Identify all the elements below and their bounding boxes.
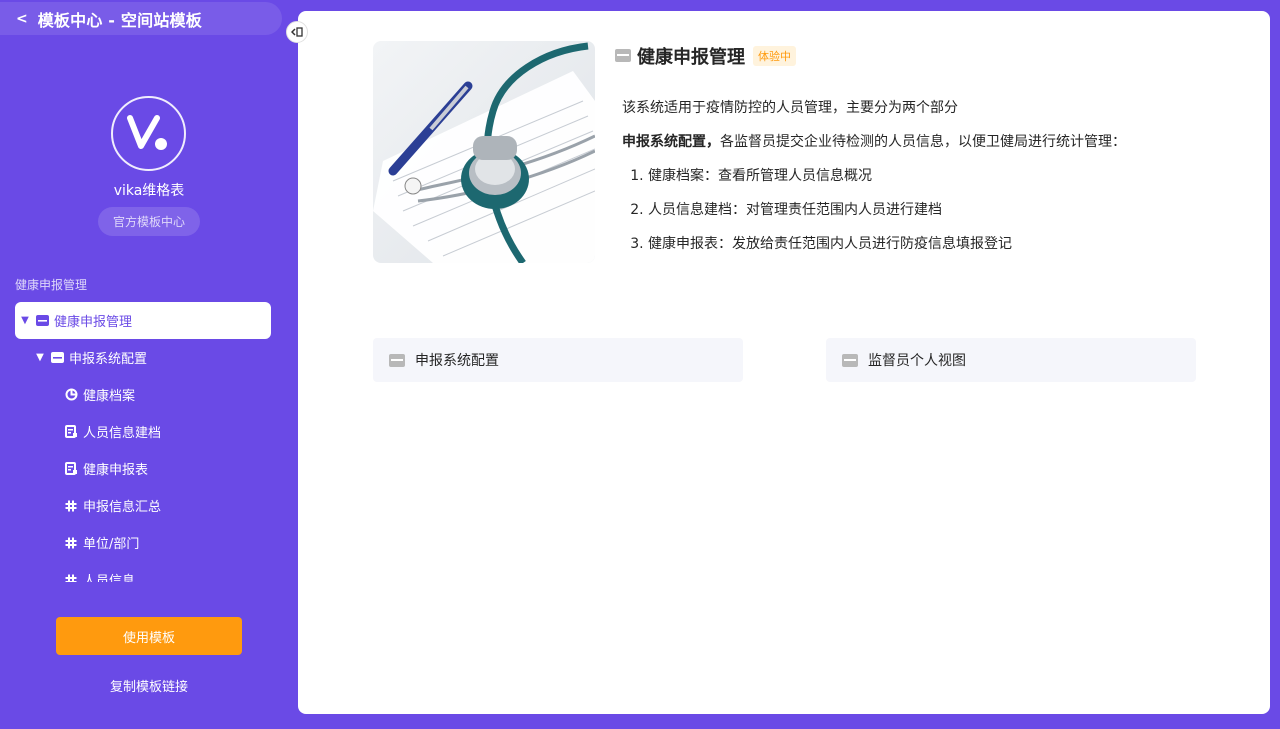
collapse-sidebar-icon[interactable] bbox=[286, 21, 308, 43]
trial-tag: 体验中 bbox=[753, 46, 796, 66]
tree-node-label: 健康申报表 bbox=[83, 463, 149, 478]
brand-name: vika维格表 bbox=[113, 183, 185, 199]
vika-logo bbox=[111, 96, 186, 171]
catalog-tree: ▼ 健康申报管理 ▼ 申报系统配置 健康档案 人员信息建档 健康申报表 申报信息… bbox=[0, 302, 298, 582]
tree-node-label: 健康申报管理 bbox=[54, 315, 133, 330]
tree-node-label: 人员信息建档 bbox=[83, 426, 162, 441]
folder-icon bbox=[50, 351, 64, 365]
template-detail-panel: 健康申报管理 体验中 该系统适用于疫情防控的人员管理，主要分为两个部分 申报系统… bbox=[298, 11, 1270, 714]
tree-node-label: 人员信息 bbox=[83, 574, 136, 582]
datasheet-icon bbox=[64, 573, 78, 582]
card-config[interactable]: 申报系统配置 bbox=[373, 338, 743, 382]
tree-node-label: 单位/部门 bbox=[83, 537, 140, 552]
caret-down-icon[interactable]: ▼ bbox=[34, 352, 46, 363]
cover-image bbox=[373, 41, 595, 263]
list-item: 人员信息建档：对管理责任范围内人员进行建档 bbox=[648, 193, 1126, 227]
dashboard-icon bbox=[64, 388, 78, 402]
tree-node-label: 申报系统配置 bbox=[69, 352, 148, 367]
tree-node-label: 申报信息汇总 bbox=[83, 500, 162, 515]
description: 该系统适用于疫情防控的人员管理，主要分为两个部分 申报系统配置，各监督员提交企业… bbox=[622, 91, 1126, 261]
form-icon bbox=[64, 462, 78, 476]
datasheet-icon bbox=[64, 499, 78, 513]
page-title: 健康申报管理 bbox=[637, 47, 745, 68]
tree-node-personnel-filing[interactable]: 人员信息建档 bbox=[0, 413, 298, 450]
caret-down-icon[interactable]: ▼ bbox=[19, 315, 31, 326]
tree-node-summary[interactable]: 申报信息汇总 bbox=[0, 487, 298, 524]
feature-list: 健康档案：查看所管理人员信息概况 人员信息建档：对管理责任范围内人员进行建档 健… bbox=[622, 159, 1126, 261]
folder-icon bbox=[615, 47, 631, 66]
official-template-badge: 官方模板中心 bbox=[98, 207, 200, 236]
folder-icon bbox=[389, 353, 405, 367]
config-lead: 申报系统配置， bbox=[622, 134, 720, 150]
doc-header: 健康申报管理 体验中 bbox=[615, 43, 796, 69]
config-text: 各监督员提交企业待检测的人员信息，以便卫健局进行统计管理： bbox=[720, 134, 1126, 150]
tree-node-personnel-info[interactable]: 人员信息 bbox=[0, 561, 298, 582]
tree-node-health-form[interactable]: 健康申报表 bbox=[0, 450, 298, 487]
topbar-title: 模板中心 - 空间站模板 bbox=[37, 10, 202, 30]
tree-section-label: 健康申报管理 bbox=[15, 278, 88, 292]
tree-node-label: 健康档案 bbox=[83, 389, 136, 404]
tree-node-config[interactable]: ▼ 申报系统配置 bbox=[0, 339, 298, 376]
tree-node-health-archive[interactable]: 健康档案 bbox=[0, 376, 298, 413]
form-icon bbox=[64, 425, 78, 439]
tree-node-health-management[interactable]: ▼ 健康申报管理 bbox=[15, 302, 271, 339]
list-item: 健康档案：查看所管理人员信息概况 bbox=[648, 159, 1126, 193]
tree-node-department[interactable]: 单位/部门 bbox=[0, 524, 298, 561]
card-label: 监督员个人视图 bbox=[868, 353, 966, 369]
stethoscope-image bbox=[373, 41, 595, 263]
vika-logo-icon bbox=[126, 114, 167, 150]
chevron-left-icon: < bbox=[16, 10, 28, 27]
sidebar: < 模板中心 - 空间站模板 vika维格表 官方模板中心 健康申报管理 ▼ 健… bbox=[0, 0, 298, 729]
app-root: < 模板中心 - 空间站模板 vika维格表 官方模板中心 健康申报管理 ▼ 健… bbox=[0, 0, 1280, 729]
folder-icon bbox=[35, 314, 49, 328]
config-paragraph: 申报系统配置，各监督员提交企业待检测的人员信息，以便卫健局进行统计管理： bbox=[622, 125, 1126, 159]
back-to-template-center[interactable]: < 模板中心 - 空间站模板 bbox=[0, 2, 282, 35]
intro-text: 该系统适用于疫情防控的人员管理，主要分为两个部分 bbox=[622, 100, 958, 116]
datasheet-icon bbox=[64, 536, 78, 550]
card-supervisor-view[interactable]: 监督员个人视图 bbox=[826, 338, 1196, 382]
card-label: 申报系统配置 bbox=[415, 353, 499, 369]
use-template-button[interactable]: 使用模板 bbox=[56, 617, 242, 655]
copy-template-link[interactable]: 复制模板链接 bbox=[0, 676, 298, 695]
list-item: 健康申报表：发放给责任范围内人员进行防疫信息填报登记 bbox=[648, 227, 1126, 261]
folder-icon bbox=[842, 353, 858, 367]
